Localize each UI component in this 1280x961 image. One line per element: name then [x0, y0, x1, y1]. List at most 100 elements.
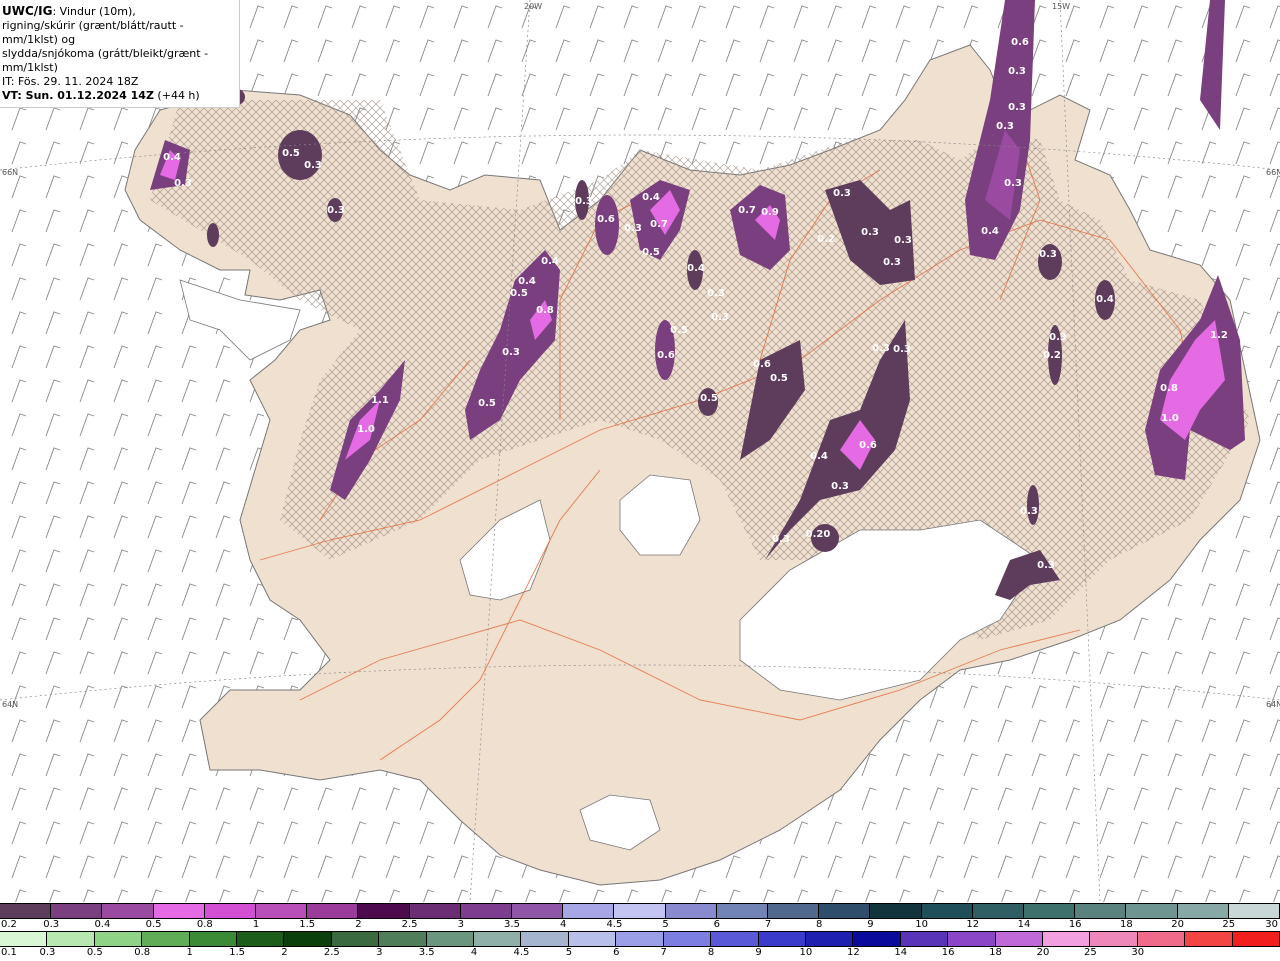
legend-swatch: [663, 932, 712, 946]
legend-label: 1.5: [229, 947, 245, 958]
legend-label: 2.5: [323, 947, 340, 958]
precip-value-label: 0.3: [1037, 560, 1055, 571]
legend-label: 9: [755, 947, 762, 958]
legend-label: 6: [613, 947, 620, 958]
legend-label: 14: [894, 947, 908, 958]
precip-value-label: 0.20: [806, 529, 831, 540]
precip-value-label: 0.3: [174, 178, 192, 189]
legend-swatch: [563, 904, 615, 918]
legend-label: 3: [457, 919, 464, 930]
legend-swatch: [0, 904, 52, 918]
valid-time-offset: (+44 h): [153, 89, 200, 102]
legend-label: 10: [915, 919, 928, 930]
precip-value-label: 0.5: [282, 148, 300, 159]
precip-value-label: 0.6: [597, 214, 615, 225]
precip-value-label: 0.6: [859, 440, 877, 451]
legend-label: 7: [660, 947, 667, 958]
precip-value-label: 0.4: [1096, 294, 1114, 305]
legend-label: 18: [1120, 919, 1133, 930]
legend-swatch: [711, 932, 759, 946]
legend-label: 30: [1265, 919, 1278, 930]
legend-swatch: [153, 904, 205, 918]
legend-label: 0.8: [134, 947, 151, 958]
legend-label: 8: [707, 947, 715, 958]
legend-label: 2: [281, 947, 288, 958]
legend-swatch: [379, 932, 427, 946]
precip-value-label: 0.3: [833, 188, 851, 199]
precip-value-label: 1.0: [1161, 413, 1179, 424]
legend-label: 12: [966, 919, 980, 930]
precip-value-label: 0.4: [810, 451, 828, 462]
precip-value-label: 0.3: [1008, 66, 1026, 77]
legend-swatch: [512, 904, 564, 918]
legend-swatch: [716, 904, 769, 918]
legend-swatch: [331, 932, 380, 946]
precip-value-label: 0.3: [772, 534, 790, 545]
legend-label: 0.4: [94, 919, 111, 930]
legend-label: 0.2: [1, 919, 17, 930]
rain-legend-bar: [0, 931, 1280, 947]
weather-map: 0.40.30.50.30.30.30.60.30.40.70.50.7 0.90…: [0, 0, 1280, 902]
legend-label: 14: [1017, 919, 1031, 930]
lat-label-top-left: 66N: [2, 168, 19, 177]
precip-value-label: 0.3: [575, 196, 593, 207]
legend-swatch: [900, 932, 949, 946]
precip-value-label: 1.2: [1210, 330, 1228, 341]
legend-label: 3.5: [418, 947, 435, 958]
precip-value-label: 0.3: [707, 288, 725, 299]
precip-value-label: 0.3: [502, 347, 520, 358]
lat-label-bottom-right: 64N: [1266, 700, 1280, 709]
legend-swatch: [1042, 932, 1091, 946]
precip-value-label: 0.7: [650, 219, 668, 230]
precip-value-label: 0.3: [831, 481, 849, 492]
precip-value-label: 1.1: [371, 395, 389, 406]
precip-value-label: 0.5: [642, 247, 660, 258]
legend-label: 25: [1083, 947, 1097, 958]
legend-label: 0.3: [43, 919, 60, 930]
legend-swatch: [426, 932, 475, 946]
issue-time: IT: Fös. 29. 11. 2024 18Z: [2, 75, 139, 88]
precip-value-label: 0.6: [657, 350, 675, 361]
legend-swatch: [768, 904, 820, 918]
legend-label: 4.5: [513, 947, 530, 958]
legend-swatch: [1228, 904, 1280, 918]
legend-label: 7: [764, 919, 772, 930]
precip-value-label: 0.4: [981, 226, 999, 237]
lon-label-1: 20W: [524, 2, 543, 11]
rain-legend-labels: 0.1 0.3 0.5 0.8 1 1.5 2 2.5 3 3.5 4 4.5 5 6 7 8 9 10 12 14 1…: [0, 947, 1280, 961]
legend-label: 20: [1036, 947, 1050, 958]
legend-label: 2.5: [401, 919, 418, 930]
legend-swatch: [1232, 932, 1280, 946]
precip-value-label: 0.4: [642, 192, 660, 203]
precip-value-label: 0.5: [670, 325, 688, 336]
legend-swatch: [521, 932, 569, 946]
precip-value-label: 0.4: [163, 152, 181, 163]
legend-swatch: [102, 904, 154, 918]
precip-value-label: 0.4: [687, 263, 705, 274]
precip-value-label: 0.3: [893, 344, 911, 355]
legend-label: 5: [662, 919, 669, 930]
precip-value-label: 0.7: [738, 205, 756, 216]
legend-swatch: [237, 932, 285, 946]
legend-label: 4.5: [606, 919, 623, 930]
map-desc-line3: slydda/snjókoma (grátt/bleikt/grænt - mm…: [2, 47, 209, 74]
map-title: UWC/IG: [2, 4, 53, 18]
snow-legend-bar: [0, 903, 1280, 919]
precip-value-label: 0.4: [518, 276, 536, 287]
legend-swatch: [0, 932, 48, 946]
legend-swatch: [614, 904, 666, 918]
legend-swatch: [409, 904, 461, 918]
legend-swatch: [1185, 932, 1233, 946]
legend-swatch: [1177, 904, 1229, 918]
legend-swatch: [568, 932, 617, 946]
legend-swatch: [1075, 904, 1127, 918]
rain-legend: 0.1 0.3 0.5 0.8 1 1.5 2 2.5 3 3.5 4 4.5 5 6 7 8 9 10 12 14 1…: [0, 931, 1280, 959]
legend-swatch: [204, 904, 257, 918]
legend-label: 0.8: [196, 919, 213, 930]
lon-label-2: 15W: [1052, 2, 1071, 11]
legend-swatch: [51, 904, 103, 918]
legend-label: 5: [565, 947, 573, 958]
legend-label: 12: [846, 947, 860, 958]
legend-label: 4: [560, 919, 567, 930]
legend-swatch: [284, 932, 332, 946]
